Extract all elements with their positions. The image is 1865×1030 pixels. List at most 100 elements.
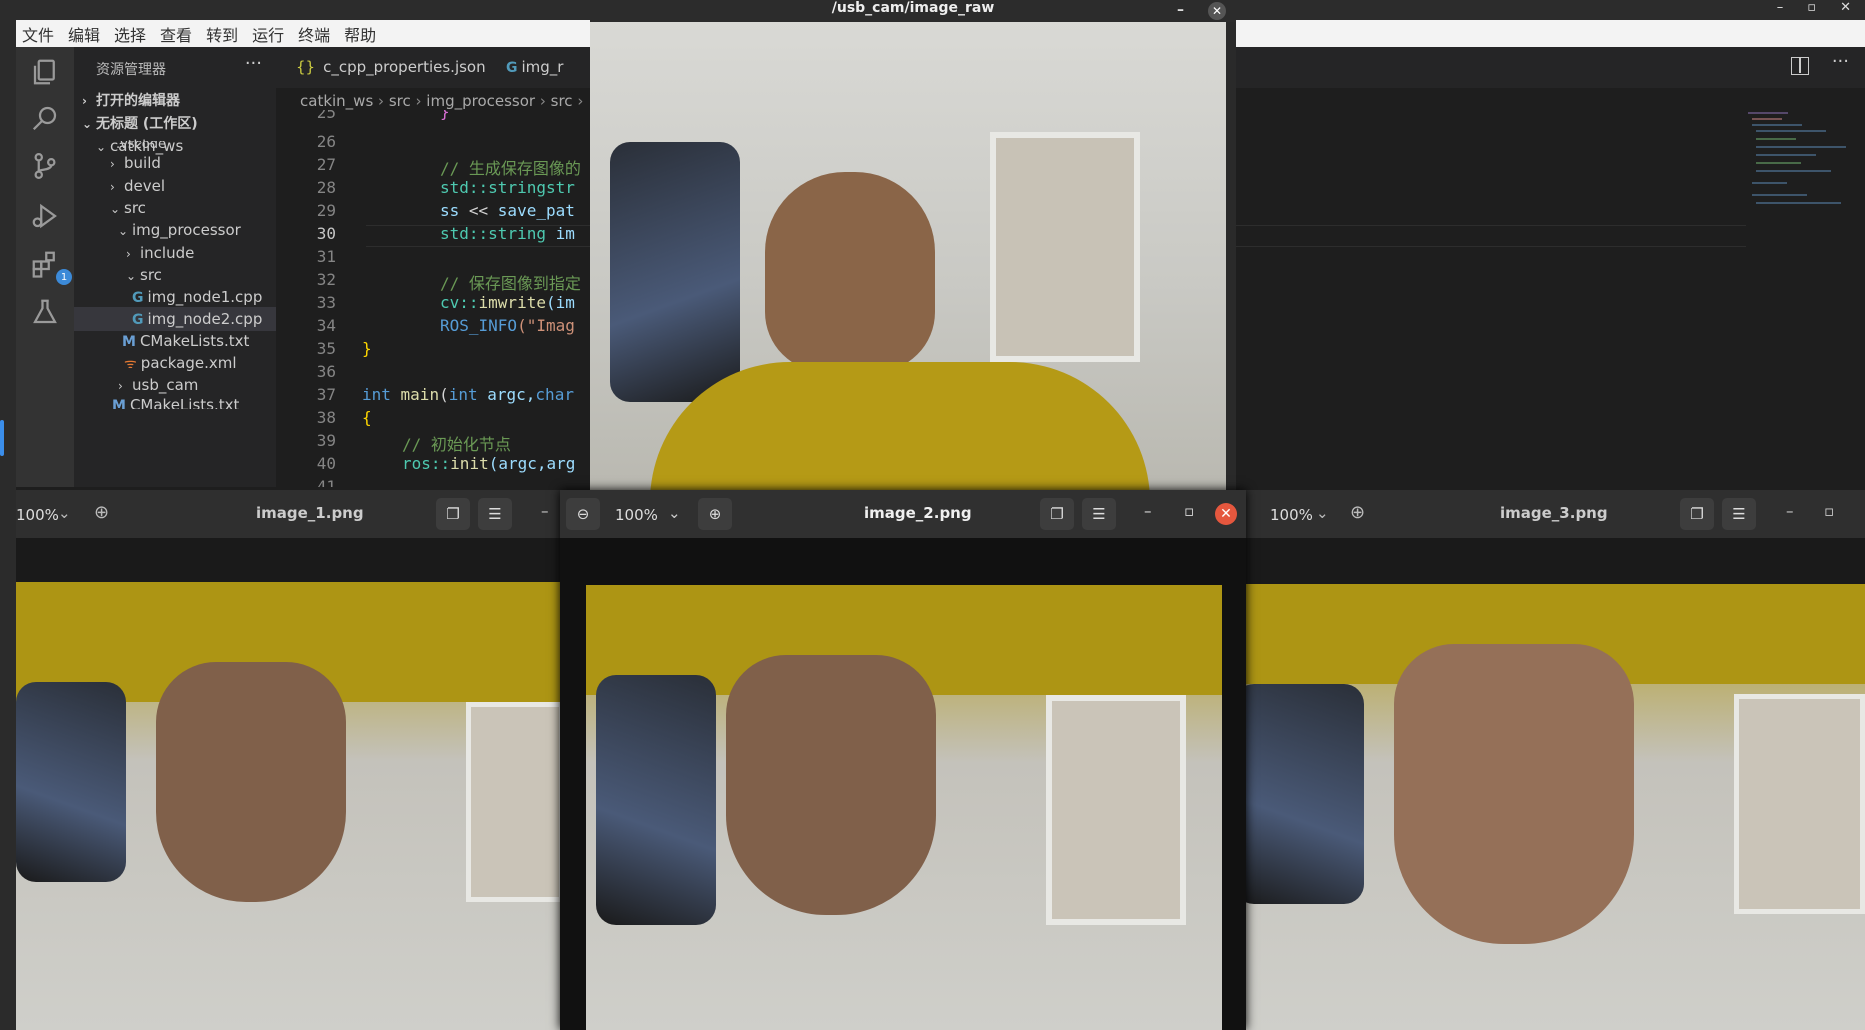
tree-item-cmakelists[interactable]: M CMakeLists.txt <box>122 329 249 353</box>
jacket-photo-region <box>16 682 126 882</box>
menu-terminal[interactable]: 终端 <box>298 22 330 46</box>
extensions-icon[interactable]: 1 <box>26 245 72 285</box>
minimize-button[interactable]: – <box>1786 502 1794 520</box>
search-icon[interactable] <box>26 99 64 137</box>
tab-label: c_cpp_properties.json <box>323 58 486 76</box>
json-file-icon: {} <box>296 58 316 76</box>
minimize-button[interactable]: – <box>541 502 549 520</box>
cpp-file-icon: G <box>132 312 144 328</box>
menu-icon[interactable]: ☰ <box>1082 498 1116 530</box>
zoom-in-icon[interactable]: ⊕ <box>94 502 109 523</box>
menu-selection[interactable]: 选择 <box>114 22 146 46</box>
code-token: init <box>450 454 489 473</box>
menu-view[interactable]: 查看 <box>160 22 192 46</box>
explorer-icon[interactable] <box>26 53 64 91</box>
tree-item-img-processor[interactable]: ⌄ img_processor <box>118 218 241 242</box>
minimap-line <box>1756 170 1831 172</box>
minimap[interactable] <box>1748 112 1848 232</box>
source-control-icon[interactable] <box>26 147 64 185</box>
minimap-line <box>1756 138 1796 140</box>
zoom-out-icon[interactable]: ⊖ <box>566 498 600 530</box>
line-number: 34 <box>316 316 336 335</box>
code-token: ( <box>439 385 449 404</box>
viewer-1-headerbar: 100% ⌄ ⊕ image_1.png ❐ ☰ – <box>16 490 564 538</box>
breadcrumb-item[interactable]: src <box>551 92 573 110</box>
line-number: 26 <box>316 132 336 151</box>
zoom-in-icon[interactable]: ⊕ <box>698 498 732 530</box>
menu-help[interactable]: 帮助 <box>344 22 376 46</box>
chevron-down-icon[interactable]: ⌄ <box>58 504 71 522</box>
code-line: ROS_INFO("Imag <box>440 316 575 335</box>
tree-item-src[interactable]: ⌄ src <box>110 196 146 220</box>
gallery-icon[interactable]: ❐ <box>1040 498 1074 530</box>
window-controls: – ▫ ✕ <box>1777 0 1851 15</box>
code-line: // 初始化节点 <box>402 431 511 455</box>
markdown-file-icon: M <box>112 398 126 409</box>
menu-icon[interactable]: ☰ <box>1722 498 1756 530</box>
code-token: ROS_INFO <box>440 316 518 335</box>
image-3-photo <box>1234 584 1865 1030</box>
zoom-in-icon[interactable]: ⊕ <box>1350 502 1365 523</box>
menu-icon[interactable]: ☰ <box>478 498 512 530</box>
menu-file[interactable]: 文件 <box>22 22 54 46</box>
tree-item-label: build <box>124 154 161 172</box>
code-line: std::stringstr <box>440 178 575 197</box>
close-button[interactable]: ✕ <box>1208 2 1226 20</box>
code-comment: // 初始化节点 <box>402 435 511 454</box>
code-token: ss <box>440 201 460 220</box>
line-number: 30 <box>316 224 336 243</box>
chevron-down-icon[interactable]: ⌄ <box>668 504 681 522</box>
tree-item-cmakelists-root[interactable]: M CMakeLists.txt <box>112 395 239 409</box>
breadcrumb-item[interactable]: catkin_ws <box>300 92 373 110</box>
tree-item-devel[interactable]: › devel <box>110 174 165 198</box>
tab-label: img_r <box>521 58 564 76</box>
more-actions-icon[interactable]: ··· <box>1832 51 1849 72</box>
tree-item-include[interactable]: › include <box>126 241 194 265</box>
zoom-level[interactable]: 100% <box>615 506 658 524</box>
chevron-down-icon[interactable]: ⌄ <box>1316 504 1329 522</box>
code-token: argc, <box>477 385 536 404</box>
menu-run[interactable]: 运行 <box>252 22 284 46</box>
breadcrumb-item[interactable]: img_processor <box>426 92 535 110</box>
tree-item-build[interactable]: › build <box>110 151 161 175</box>
tree-item-package-xml[interactable]: ᯤ package.xml <box>124 351 237 375</box>
tree-item-img-node2[interactable]: Gimg_node2.cpp <box>74 307 276 331</box>
tab-c-cpp-properties[interactable]: {} c_cpp_properties.json <box>276 47 486 88</box>
split-editor-icon[interactable] <box>1791 57 1809 75</box>
minimize-button[interactable]: – <box>1177 2 1184 18</box>
markdown-file-icon: M <box>122 334 136 350</box>
breadcrumb-item[interactable]: src <box>389 92 411 110</box>
code-line: // 保存图像到指定 <box>440 270 581 294</box>
close-button[interactable]: ✕ <box>1215 503 1237 525</box>
minimize-button[interactable]: – <box>1777 0 1784 15</box>
run-debug-icon[interactable] <box>26 197 64 235</box>
more-actions-icon[interactable]: ··· <box>245 53 262 74</box>
open-editors-section[interactable]: › 打开的编辑器 <box>82 89 180 113</box>
maximize-button[interactable]: ▫ <box>1824 502 1834 520</box>
menu-go[interactable]: 转到 <box>206 22 238 46</box>
tree-item-src-inner[interactable]: ⌄ src <box>126 263 162 287</box>
code-token: stringstr <box>488 178 575 197</box>
testing-icon[interactable] <box>26 293 64 331</box>
menu-edit[interactable]: 编辑 <box>68 22 100 46</box>
maximize-button[interactable]: ▫ <box>1807 0 1816 15</box>
tree-item-label: devel <box>124 177 166 195</box>
maximize-button[interactable]: ▫ <box>1184 502 1194 520</box>
cpp-file-icon: G <box>132 290 144 306</box>
workspace-section[interactable]: ⌄ 无标题 (工作区) <box>82 112 198 136</box>
close-button[interactable]: ✕ <box>1840 0 1851 15</box>
dock-active-indicator <box>0 420 4 456</box>
window-photo-region <box>1734 694 1865 914</box>
minimize-button[interactable]: – <box>1144 502 1152 520</box>
code-line: cv::imwrite(im <box>440 293 575 312</box>
zoom-level[interactable]: 100% <box>16 506 59 524</box>
zoom-level[interactable]: 100% <box>1270 506 1313 524</box>
gallery-icon[interactable]: ❐ <box>1680 498 1714 530</box>
gallery-icon[interactable]: ❐ <box>436 498 470 530</box>
code-token: imwrite <box>478 293 546 312</box>
tree-item-label: src <box>124 199 146 217</box>
tree-item-img-node1[interactable]: Gimg_node1.cpp <box>132 285 262 309</box>
tree-item-usb-cam[interactable]: › usb_cam <box>118 373 198 397</box>
minimap-line <box>1756 154 1816 156</box>
code-token: int <box>362 385 391 404</box>
